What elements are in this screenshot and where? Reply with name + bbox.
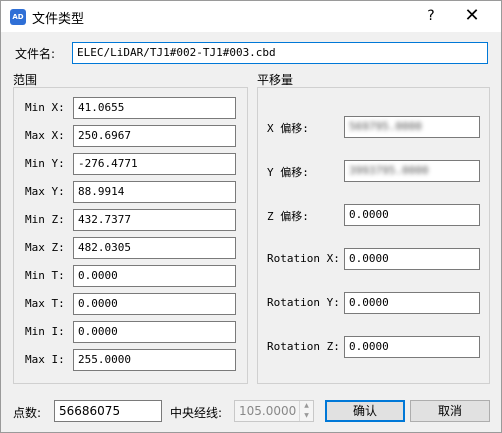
cancel-button[interactable]: 取消: [410, 400, 490, 422]
min-t-label: Min T:: [25, 269, 65, 282]
central-meridian-spinbox[interactable]: 105.0000 ▲ ▼: [234, 400, 314, 422]
min-z-label: Min Z:: [25, 213, 65, 226]
min-y-field[interactable]: -276.4771: [73, 153, 236, 175]
x-offset-label: X 偏移:: [267, 122, 309, 135]
point-count-field[interactable]: 56686075: [54, 400, 162, 422]
ok-button[interactable]: 确认: [325, 400, 405, 422]
max-y-label: Max Y:: [25, 185, 65, 198]
min-x-label: Min X:: [25, 101, 65, 114]
title-bar: AD 文件类型 ? ✕: [1, 1, 501, 32]
x-offset-field[interactable]: 569795.0000: [344, 116, 480, 138]
help-button[interactable]: ?: [421, 6, 441, 26]
rotation-z-field[interactable]: 0.0000: [344, 336, 480, 358]
dialog-title: 文件类型: [32, 12, 85, 27]
z-offset-label: Z 偏移:: [267, 210, 309, 223]
rotation-x-field[interactable]: 0.0000: [344, 248, 480, 270]
x-offset-value: 569795.0000: [349, 120, 422, 133]
y-offset-label: Y 偏移:: [267, 166, 309, 179]
file-type-dialog: AD 文件类型 ? ✕ 文件名: ELEC/LiDAR/TJ1#002-TJ1#…: [0, 0, 502, 433]
rotation-y-field[interactable]: 0.0000: [344, 292, 480, 314]
central-meridian-label: 中央经线:: [170, 406, 223, 420]
y-offset-field[interactable]: 3993795.0000: [344, 160, 480, 182]
max-t-label: Max T:: [25, 297, 65, 310]
offset-group-title: 平移量: [257, 73, 294, 87]
y-offset-value: 3993795.0000: [349, 164, 429, 177]
max-x-field[interactable]: 250.6967: [73, 125, 236, 147]
max-i-label: Max I:: [25, 353, 65, 366]
app-logo-icon: AD: [10, 9, 26, 25]
max-x-label: Max X:: [25, 129, 65, 142]
point-count-label: 点数:: [13, 406, 42, 420]
rotation-z-label: Rotation Z:: [267, 340, 340, 353]
min-t-field[interactable]: 0.0000: [73, 265, 236, 287]
min-z-field[interactable]: 432.7377: [73, 209, 236, 231]
central-meridian-value: 105.0000: [239, 404, 297, 418]
range-group: Min X: 41.0655 Max X: 250.6967 Min Y: -2…: [13, 87, 248, 384]
max-z-field[interactable]: 482.0305: [73, 237, 236, 259]
offset-group: X 偏移: 569795.0000 Y 偏移: 3993795.0000 Z 偏…: [257, 87, 490, 384]
z-offset-field[interactable]: 0.0000: [344, 204, 480, 226]
max-z-label: Max Z:: [25, 241, 65, 254]
max-i-field[interactable]: 255.0000: [73, 349, 236, 371]
rotation-x-label: Rotation X:: [267, 252, 340, 265]
rotation-y-label: Rotation Y:: [267, 296, 340, 309]
file-name-field[interactable]: ELEC/LiDAR/TJ1#002-TJ1#003.cbd: [72, 42, 488, 64]
close-button[interactable]: ✕: [457, 3, 487, 29]
max-t-field[interactable]: 0.0000: [73, 293, 236, 315]
min-y-label: Min Y:: [25, 157, 65, 170]
min-x-field[interactable]: 41.0655: [73, 97, 236, 119]
min-i-field[interactable]: 0.0000: [73, 321, 236, 343]
max-y-field[interactable]: 88.9914: [73, 181, 236, 203]
range-group-title: 范围: [13, 73, 38, 87]
min-i-label: Min I:: [25, 325, 65, 338]
file-name-label: 文件名:: [15, 47, 56, 61]
spin-arrows-icon[interactable]: ▲ ▼: [299, 401, 313, 421]
